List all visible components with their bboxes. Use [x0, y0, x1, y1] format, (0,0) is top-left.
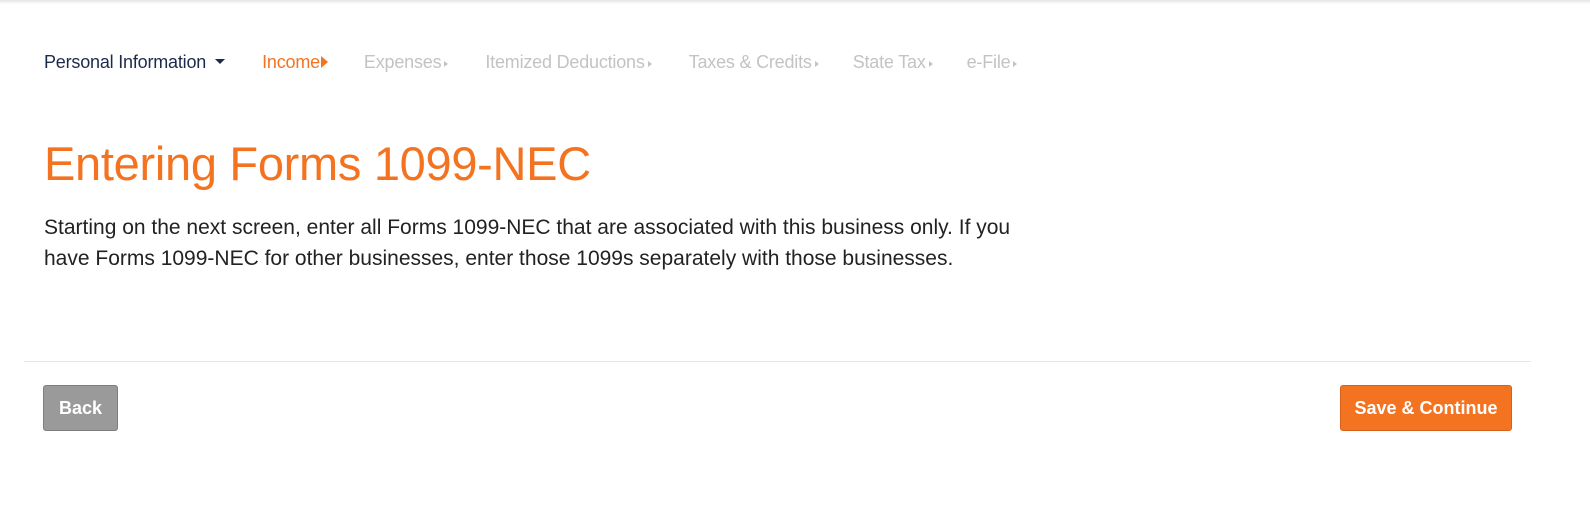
caret-right-icon — [814, 61, 819, 67]
nav-item-personal-information[interactable]: Personal Information — [44, 51, 226, 73]
save-continue-button[interactable]: Save & Continue — [1340, 385, 1512, 431]
top-shadow — [0, 0, 1590, 4]
nav-item-label: Income — [262, 51, 320, 72]
nav-item-expenses[interactable]: Expenses — [363, 51, 449, 73]
nav-item-taxes-credits[interactable]: Taxes & Credits — [689, 52, 819, 73]
page-description: Starting on the next screen, enter all F… — [44, 216, 1011, 270]
caret-right-icon — [320, 56, 328, 68]
divider — [24, 361, 1531, 362]
caret-right-icon — [1013, 61, 1018, 67]
nav-item-label: Taxes & Credits — [688, 51, 812, 72]
back-button[interactable]: Back — [43, 385, 118, 431]
nav-item-label: Expenses — [363, 51, 442, 72]
nav-item-e-file[interactable]: e-File — [967, 52, 1018, 73]
nav-item-state-tax[interactable]: State Tax — [853, 52, 933, 73]
caret-right-icon — [444, 61, 449, 67]
nav-item-income[interactable]: Income — [262, 52, 328, 73]
nav-item-itemized-deductions[interactable]: Itemized Deductions — [485, 51, 652, 73]
progress-nav: Personal Information Income Expenses Ite… — [44, 50, 1018, 74]
nav-item-label: Personal Information — [44, 51, 207, 72]
page-title: Entering Forms 1099-NEC — [44, 137, 591, 190]
caret-down-icon — [215, 58, 226, 64]
nav-item-label: State Tax — [852, 51, 926, 72]
caret-right-icon — [928, 61, 933, 67]
caret-right-icon — [647, 61, 652, 67]
nav-item-label: e-File — [966, 51, 1011, 72]
nav-item-label: Itemized Deductions — [485, 51, 645, 72]
